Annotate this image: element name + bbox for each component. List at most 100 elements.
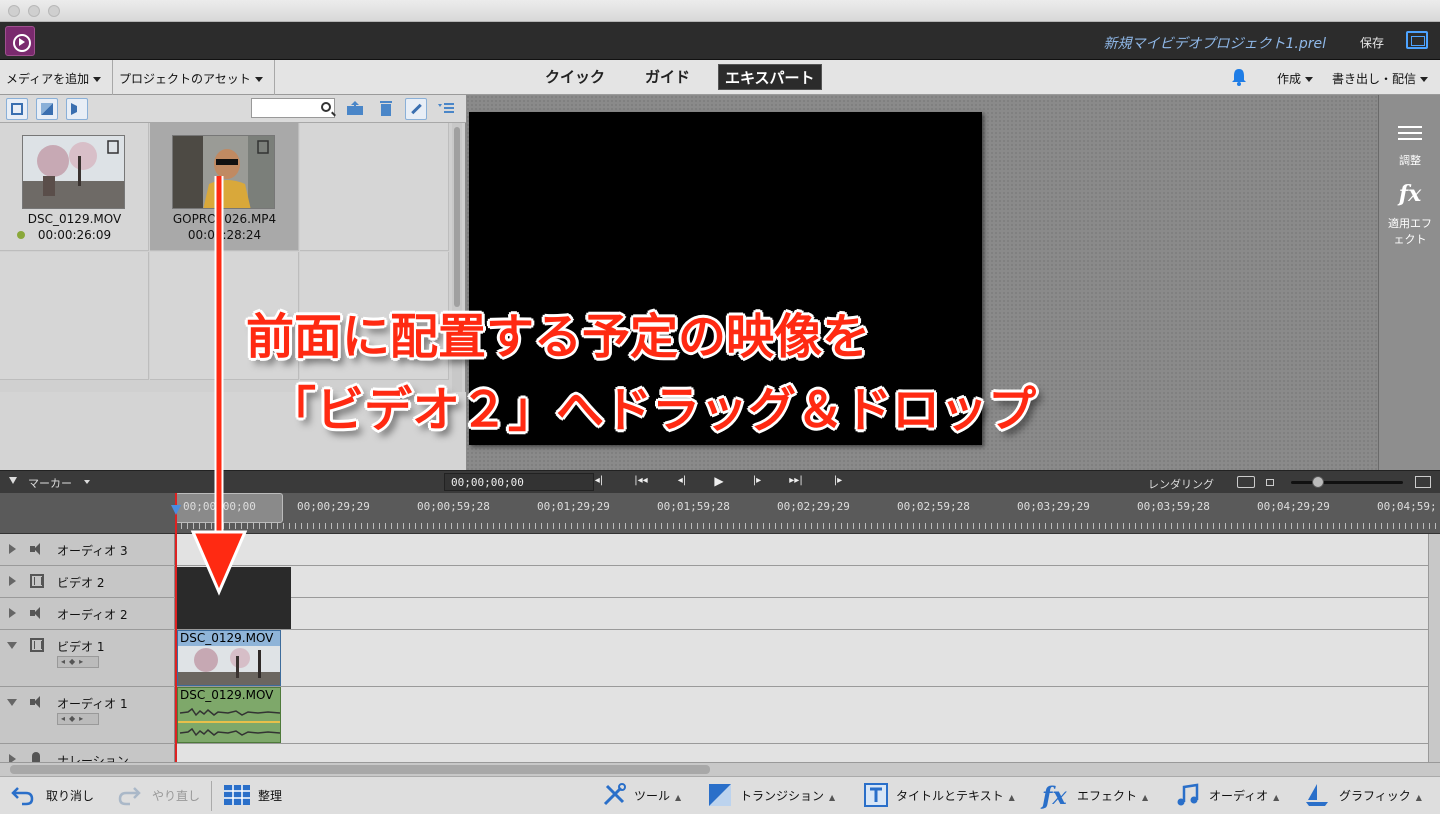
marker-dropdown[interactable]: マーカー [28,475,72,491]
organize-grid-icon[interactable] [223,784,251,806]
film-icon[interactable] [30,638,44,652]
view-options-icon[interactable] [437,101,455,115]
undo-button[interactable]: 取り消し [46,787,94,804]
tab-guided[interactable]: ガイド [639,64,696,90]
project-name[interactable]: 新規マイビデオプロジェクト1.prel [1103,33,1326,53]
asset-item-selected[interactable]: GOPRO0026.MP4 00:00:28:24 [150,123,299,251]
track-body[interactable] [175,534,1428,565]
chevron-down-icon [93,77,102,82]
effects-button[interactable]: エフェクト ▲ [1077,787,1148,804]
track-scrollbar[interactable] [1428,534,1440,762]
track-audio-3[interactable]: オーディオ 3 [0,534,1428,566]
effects-fx-icon[interactable]: fx [1042,781,1068,810]
video-filter-icon[interactable] [6,98,28,120]
goto-out-point-icon[interactable]: |▸ [831,475,845,487]
track-name: オーディオ 3 [57,544,128,558]
track-narration[interactable]: ナレーション [0,744,1428,762]
speaker-icon[interactable] [30,542,44,556]
tab-quick[interactable]: クイック [539,64,611,90]
fullscreen-icon[interactable] [1406,31,1428,49]
goto-in-point-icon[interactable]: ◂| [592,475,606,487]
zoom-slider-knob[interactable] [1312,476,1324,488]
step-back-icon[interactable]: ◂| [675,475,689,487]
asset-item[interactable]: DSC_0129.MOV 00:00:26:09 [0,123,149,251]
image-filter-icon[interactable] [36,98,58,120]
notification-bell-icon[interactable] [1231,68,1247,86]
zoom-slider-track[interactable] [1291,481,1403,484]
tools-icon[interactable] [601,782,627,808]
empty-asset-slot [0,252,149,380]
expand-track-icon[interactable] [9,608,16,618]
collapse-track-icon[interactable] [7,642,17,649]
collapse-track-icon[interactable] [7,699,17,706]
track-body[interactable] [175,630,1428,686]
playhead[interactable] [175,493,177,762]
audio-clip[interactable]: DSC_0129.MOV [177,687,281,743]
step-forward-icon[interactable]: |▸ [750,475,764,487]
project-assets-dropdown[interactable]: プロジェクトのアセット [119,70,263,87]
tab-expert[interactable]: エキスパート [718,64,822,90]
scrollbar-thumb[interactable] [454,127,460,307]
audio-filter-icon[interactable] [66,98,88,120]
expand-track-icon[interactable] [9,576,16,586]
applied-effects-label[interactable]: 適用エフェクト [1379,216,1440,248]
export-share-dropdown[interactable]: 書き出し・配信 [1332,70,1429,87]
current-timecode[interactable]: 00;00;00;00 [451,476,524,489]
new-folder-icon[interactable] [346,100,364,116]
track-body[interactable] [175,566,1428,597]
redo-icon[interactable] [116,782,142,808]
keyframe-controls[interactable]: ◂◆▸ [57,713,99,725]
video-clip[interactable]: DSC_0129.MOV [177,630,281,686]
create-dropdown[interactable]: 作成 [1277,70,1314,87]
zoom-window-button[interactable] [48,5,60,17]
zoom-in-icon[interactable] [1415,476,1431,488]
expand-track-icon[interactable] [9,754,16,762]
audio-music-note-icon[interactable] [1175,782,1201,808]
track-body[interactable] [175,598,1428,629]
graphics-icon[interactable] [1304,782,1330,808]
audio-button[interactable]: オーディオ ▲ [1209,787,1279,804]
fit-timeline-icon[interactable] [1237,476,1255,488]
chevron-down-icon [1305,77,1314,82]
keyframe-controls[interactable]: ◂◆▸ [57,656,99,668]
speaker-icon[interactable] [30,695,44,709]
pin-icon[interactable] [405,98,427,120]
scrollbar-thumb[interactable] [10,765,710,774]
add-media-dropdown[interactable]: メディアを追加 [6,70,102,87]
track-header: オーディオ 3 [0,534,175,565]
playhead-handle[interactable] [171,505,181,515]
timeline-horizontal-scrollbar[interactable] [0,762,1440,776]
trash-icon[interactable] [378,99,394,117]
track-body[interactable] [175,687,1428,743]
titles-text-icon[interactable] [863,782,889,808]
undo-icon[interactable] [10,782,36,808]
search-icon[interactable] [321,102,331,112]
microphone-icon[interactable] [32,752,40,762]
timeline-ruler[interactable]: 00;00;00;00 00;00;29;29 00;00;59;28 00;0… [0,493,1440,534]
organize-button[interactable]: 整理 [258,787,282,804]
track-body[interactable] [175,744,1428,762]
redo-button[interactable]: やり直し [152,787,200,804]
adjust-sliders-icon[interactable] [1398,123,1422,143]
tools-button[interactable]: ツール ▲ [634,787,681,804]
goto-start-icon[interactable]: |◂◂ [634,475,648,487]
save-button[interactable]: 保存 [1360,34,1384,51]
graphics-button[interactable]: グラフィック ▲ [1339,787,1422,804]
transitions-icon[interactable] [707,782,733,808]
play-icon[interactable]: ▶ [712,475,726,487]
goto-end-icon[interactable]: ▸▸| [789,475,803,487]
close-window-button[interactable] [8,5,20,17]
adjust-label[interactable]: 調整 [1379,152,1440,168]
speaker-icon[interactable] [30,606,44,620]
zoom-out-icon[interactable] [1266,479,1274,486]
film-icon[interactable] [30,574,44,588]
render-button[interactable]: レンダリング [1148,476,1214,492]
collapse-triangle-icon[interactable] [9,477,17,484]
add-media-label: メディアを追加 [6,72,90,86]
expand-track-icon[interactable] [9,544,16,554]
titles-text-button[interactable]: タイトルとテキスト ▲ [896,787,1015,804]
minimize-window-button[interactable] [28,5,40,17]
asset-search-input[interactable] [251,98,335,118]
transitions-button[interactable]: トランジション ▲ [740,787,835,804]
fx-icon[interactable]: fx [1379,181,1440,207]
